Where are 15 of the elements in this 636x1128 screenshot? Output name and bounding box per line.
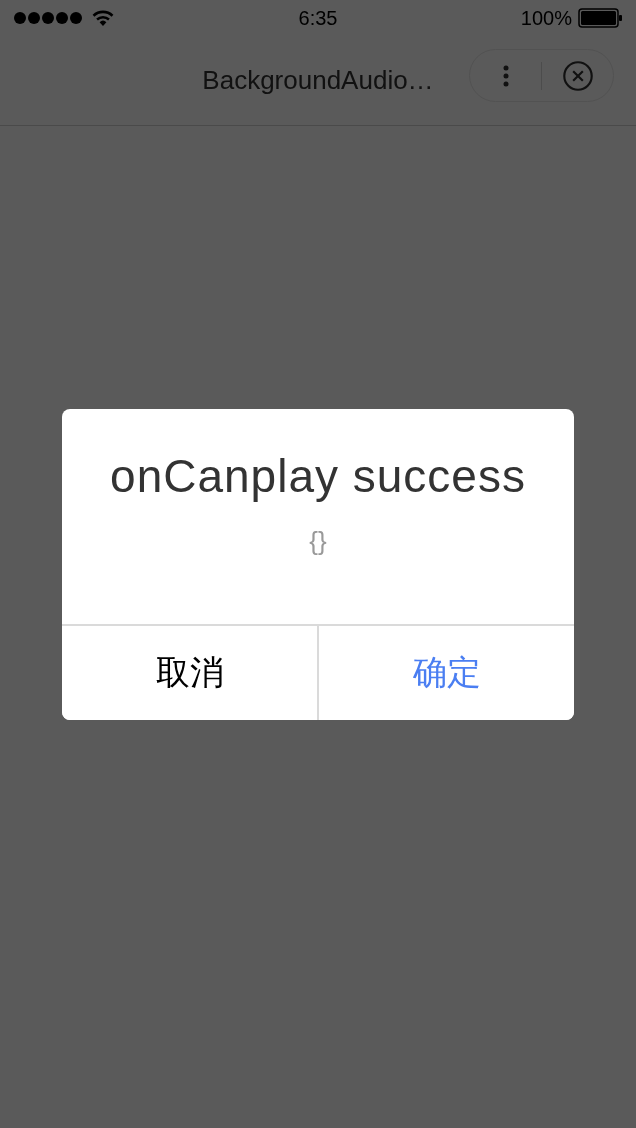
signal-dot-icon xyxy=(14,12,26,24)
battery-percent: 100% xyxy=(520,6,572,30)
signal-dot-icon xyxy=(28,12,40,24)
more-icon xyxy=(502,64,509,87)
signal-dot-icon xyxy=(42,12,54,24)
status-time: 6:35 xyxy=(298,6,338,31)
dialog-title: onCanplay success xyxy=(109,448,527,504)
battery-icon xyxy=(578,8,622,28)
dialog-content: {} xyxy=(309,524,327,558)
page-title: BackgroundAudio… xyxy=(202,65,434,96)
wifi-icon xyxy=(92,10,114,26)
signal-dot-icon xyxy=(70,12,82,24)
signal-dot-icon xyxy=(56,12,68,24)
confirm-button[interactable]: 确定 xyxy=(317,625,574,720)
close-icon xyxy=(562,60,593,91)
